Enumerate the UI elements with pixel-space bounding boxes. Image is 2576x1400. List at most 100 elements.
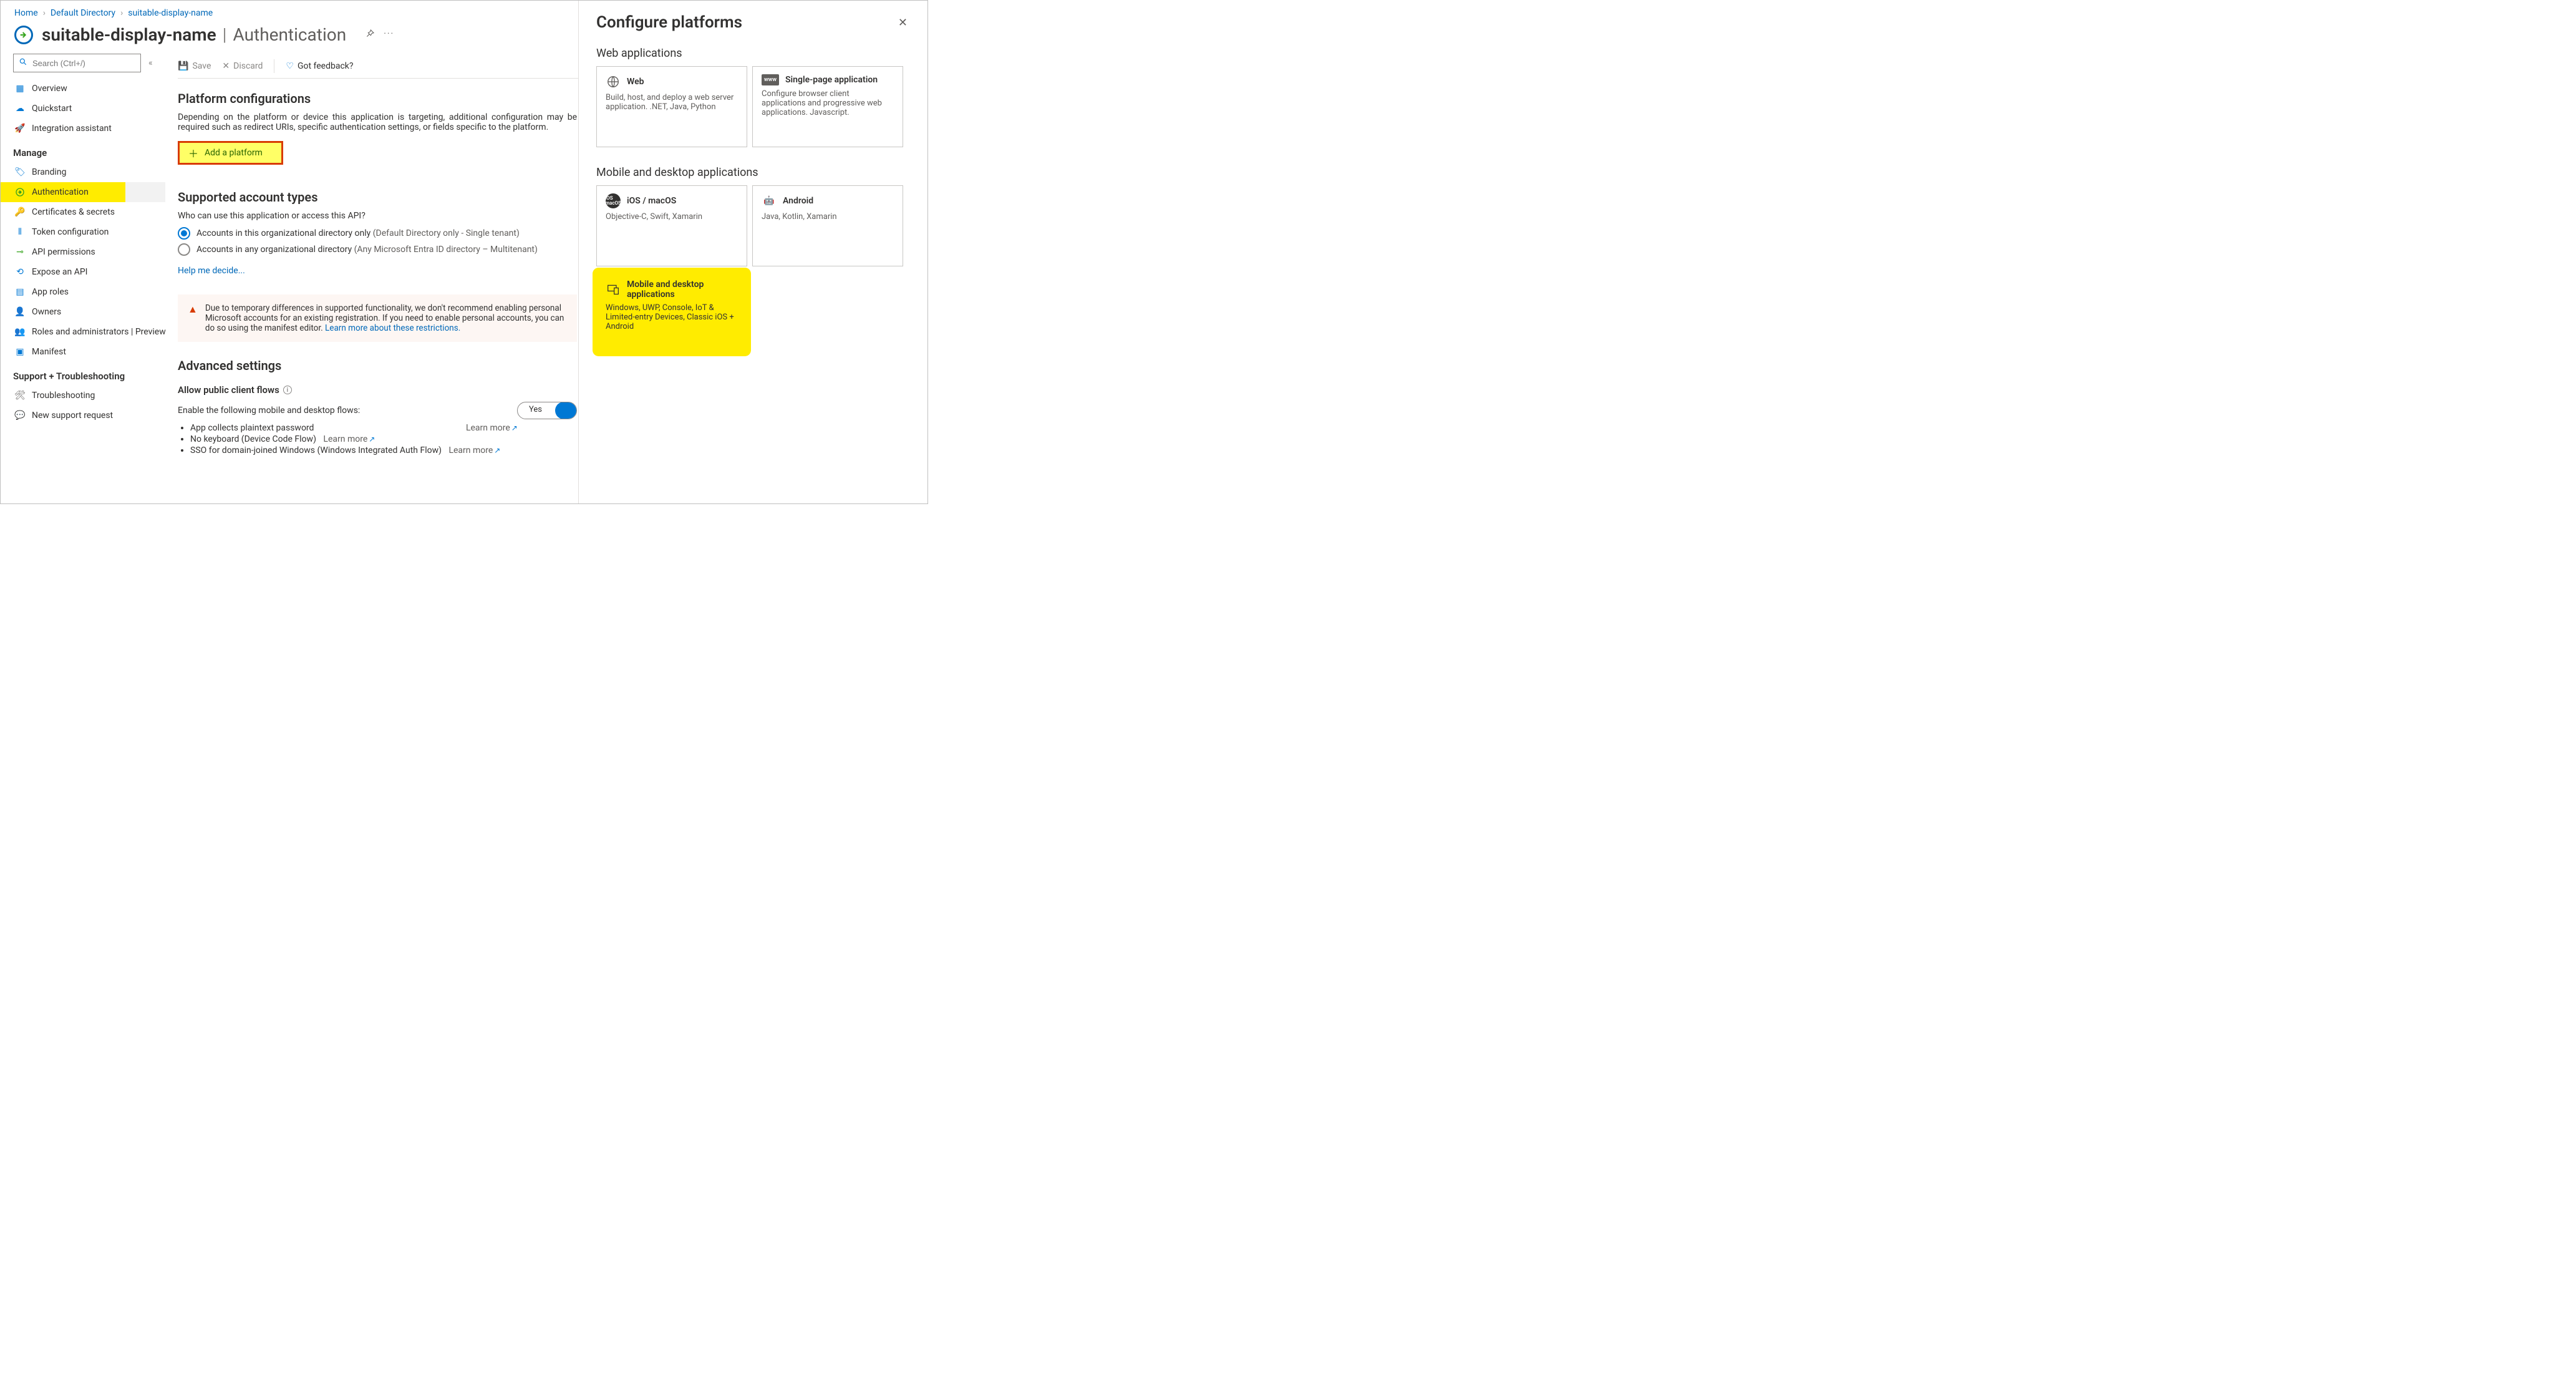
wrench-icon: 🛠	[14, 391, 26, 401]
external-link-icon: ↗	[369, 435, 375, 444]
approles-icon: ▤	[14, 287, 26, 297]
sidebar-item-owners[interactable]: 👤 Owners	[1, 302, 178, 322]
sidebar: « ▦ Overview ☁ Quickstart 🚀 Integration …	[1, 54, 165, 497]
breadcrumb-app[interactable]: suitable-display-name	[128, 8, 213, 18]
tile-desc: Configure browser client applications an…	[762, 89, 894, 117]
sidebar-item-quickstart[interactable]: ☁ Quickstart	[1, 99, 178, 119]
cloud-icon: ☁	[14, 104, 26, 114]
toggle-knob	[555, 402, 576, 419]
tile-spa[interactable]: www Single-page application Configure br…	[752, 66, 903, 147]
radio-icon	[178, 243, 190, 256]
external-link-icon: ↗	[494, 446, 500, 455]
add-platform-button[interactable]: ＋ Add a platform	[178, 141, 283, 165]
bars-icon: ⫴	[14, 227, 26, 237]
learn-more-link[interactable]: Learn more↗	[323, 434, 375, 444]
learn-more-link[interactable]: Learn more↗	[466, 423, 518, 433]
section-platform-desc: Depending on the platform or device this…	[178, 112, 577, 132]
info-icon[interactable]: i	[283, 386, 292, 394]
grid-icon: ▦	[14, 84, 26, 94]
sidebar-item-troubleshooting[interactable]: 🛠 Troubleshooting	[1, 386, 178, 406]
ios-icon: iOSmacOS	[606, 193, 621, 208]
android-icon: 🤖	[762, 193, 777, 208]
manifest-icon: ▣	[14, 347, 26, 357]
pin-icon[interactable]	[365, 29, 375, 41]
sidebar-item-label: Integration assistant	[32, 124, 112, 134]
search-box[interactable]	[13, 54, 141, 72]
external-link-icon: ↗	[511, 424, 518, 432]
owners-icon: 👤	[14, 307, 26, 317]
sidebar-item-integration[interactable]: 🚀 Integration assistant	[1, 119, 178, 139]
alert-link[interactable]: Learn more about these restrictions.	[325, 323, 460, 333]
breadcrumb-directory[interactable]: Default Directory	[51, 8, 115, 18]
collapse-sidebar-icon[interactable]: «	[146, 56, 155, 70]
toggle-yes-label: Yes	[529, 405, 542, 414]
panel-section-mobile: Mobile and desktop applications	[596, 166, 910, 179]
breadcrumb-home[interactable]: Home	[14, 8, 38, 18]
page-title: suitable-display-name | Authentication	[42, 24, 346, 45]
alert-personal-accounts: ▲ Due to temporary differences in suppor…	[178, 294, 577, 342]
sidebar-item-tokenconfig[interactable]: ⫴ Token configuration	[1, 222, 178, 242]
tile-title: Android	[783, 196, 813, 206]
panel-title: Configure platforms	[596, 13, 742, 32]
search-input[interactable]	[31, 58, 135, 69]
radio-label: Accounts in any organizational directory…	[196, 245, 538, 255]
add-platform-label: Add a platform	[205, 148, 263, 158]
ticket-icon: 💬	[14, 411, 26, 420]
title-page: Authentication	[233, 24, 346, 45]
tile-mobile-desktop[interactable]: Mobile and desktop applications Windows,…	[596, 271, 747, 352]
radio-label: Accounts in this organizational director…	[196, 228, 520, 238]
sidebar-item-label: Overview	[32, 84, 67, 94]
sidebar-item-roles[interactable]: 👥 Roles and administrators | Preview	[1, 322, 178, 342]
tile-title: Single-page application	[785, 75, 878, 85]
sidebar-item-branding[interactable]: 🏷 Branding	[1, 162, 178, 182]
save-button[interactable]: 💾 Save	[178, 61, 211, 71]
sidebar-item-label: Branding	[32, 167, 66, 177]
sidebar-item-label: New support request	[32, 411, 113, 420]
tile-android[interactable]: 🤖 Android Java, Kotlin, Xamarin	[752, 185, 903, 266]
breadcrumb-sep: ›	[120, 8, 123, 18]
more-icon[interactable]: ···	[384, 29, 394, 41]
tile-title: Web	[627, 77, 644, 87]
panel-section-web: Web applications	[596, 47, 910, 60]
globe-icon	[606, 74, 621, 89]
sidebar-item-support-request[interactable]: 💬 New support request	[1, 406, 178, 425]
tile-desc: Java, Kotlin, Xamarin	[762, 212, 894, 221]
tile-ios[interactable]: iOSmacOS iOS / macOS Objective-C, Swift,…	[596, 185, 747, 266]
sidebar-item-label: Authentication	[32, 187, 89, 197]
sidebar-section-support: Support + Troubleshooting	[13, 371, 165, 382]
sidebar-item-manifest[interactable]: ▣ Manifest	[1, 342, 178, 362]
sidebar-item-certs[interactable]: 🔑 Certificates & secrets	[1, 202, 178, 222]
sidebar-item-label: Quickstart	[32, 104, 72, 114]
sidebar-item-label: Troubleshooting	[32, 391, 95, 401]
tile-desc: Build, host, and deploy a web server app…	[606, 93, 738, 112]
sidebar-item-label: Expose an API	[32, 267, 87, 277]
sidebar-section-manage: Manage	[13, 147, 165, 158]
close-panel-button[interactable]: ✕	[896, 14, 910, 32]
public-client-toggle[interactable]: Yes	[517, 402, 577, 419]
tile-web[interactable]: Web Build, host, and deploy a web server…	[596, 66, 747, 147]
sidebar-item-label: Manifest	[32, 347, 66, 357]
sidebar-item-label: API permissions	[32, 247, 95, 257]
www-icon: www	[762, 74, 779, 85]
sidebar-item-label: Certificates & secrets	[32, 207, 115, 217]
expose-icon: ⟲	[14, 267, 26, 277]
learn-more-link[interactable]: Learn more↗	[448, 445, 500, 455]
sidebar-item-authentication[interactable]: Authentication	[1, 182, 125, 202]
roles-icon: 👥	[14, 327, 26, 337]
desktop-icon	[606, 282, 621, 297]
save-icon: 💾	[178, 61, 188, 71]
tile-title: Mobile and desktop applications	[627, 280, 738, 299]
feedback-button[interactable]: ♡ Got feedback?	[286, 61, 353, 71]
discard-button[interactable]: ✕ Discard	[222, 61, 263, 71]
sidebar-item-expose[interactable]: ⟲ Expose an API	[1, 262, 178, 282]
help-decide-link[interactable]: Help me decide...	[178, 266, 245, 276]
sidebar-item-approles[interactable]: ▤ App roles	[1, 282, 178, 302]
app-logo-icon	[14, 26, 33, 44]
sidebar-item-overview[interactable]: ▦ Overview	[1, 79, 178, 99]
api-icon: ⊸	[14, 247, 26, 257]
sidebar-item-apiperm[interactable]: ⊸ API permissions	[1, 242, 178, 262]
radio-icon	[178, 227, 190, 240]
key-icon: 🔑	[14, 207, 26, 217]
sidebar-item-label: Owners	[32, 307, 61, 317]
tag-icon: 🏷	[14, 167, 26, 177]
